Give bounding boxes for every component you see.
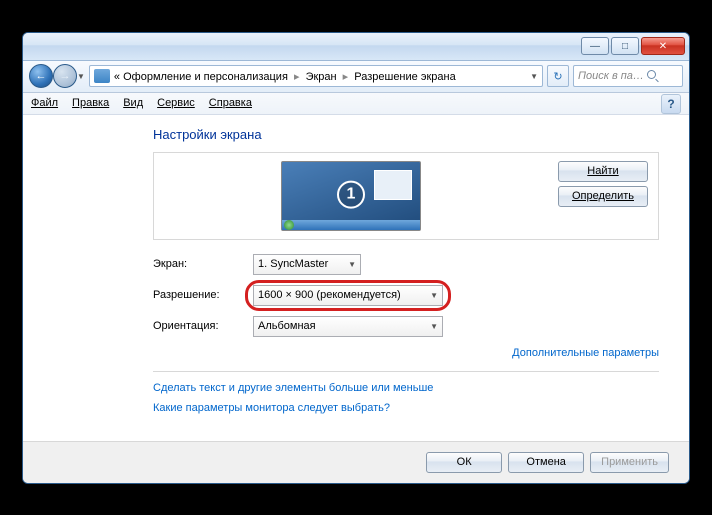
display-value: 1. SyncMaster [258,258,342,270]
orientation-dropdown[interactable]: Альбомная ▼ [253,316,443,337]
chevron-right-icon[interactable]: ▸ [343,71,349,83]
minimize-button[interactable]: — [581,37,609,55]
row-resolution: Разрешение: 1600 × 900 (рекомендуется) ▼ [153,285,659,306]
menu-tools[interactable]: Сервис [157,97,195,109]
breadcrumb-item-appearance[interactable]: Оформление и персонализация [123,71,288,83]
menu-view[interactable]: Вид [123,97,143,109]
chevron-down-icon: ▼ [430,322,438,331]
breadcrumb-item-resolution[interactable]: Разрешение экрана [354,71,455,83]
breadcrumb-prefix: « [114,71,120,83]
text-size-link[interactable]: Сделать текст и другие элементы больше и… [153,382,659,394]
page-title: Настройки экрана [153,127,659,142]
nav-history-dropdown[interactable]: ▼ [77,72,85,81]
advanced-settings-link[interactable]: Дополнительные параметры [512,347,659,359]
menu-bar: Файл Правка Вид Сервис Справка [23,93,689,115]
orientation-value: Альбомная [258,320,424,332]
info-links: Сделать текст и другие элементы больше и… [153,371,659,414]
detect-button[interactable]: Определить [558,186,648,207]
monitor-preview[interactable]: 1 [281,161,421,231]
titlebar[interactable]: — □ ✕ [23,33,689,61]
menu-edit[interactable]: Правка [72,97,109,109]
window-controls: — □ ✕ [581,37,685,55]
resolution-value: 1600 × 900 (рекомендуется) [258,289,424,301]
display-dropdown[interactable]: 1. SyncMaster ▼ [253,254,361,275]
search-placeholder: Поиск в па… [578,70,644,82]
address-dropdown-icon[interactable]: ▼ [530,72,538,81]
preview-taskbar [282,220,420,230]
address-bar[interactable]: « Оформление и персонализация ▸ Экран ▸ … [89,65,543,87]
row-display: Экран: 1. SyncMaster ▼ [153,254,659,275]
label-orientation: Ориентация: [153,320,253,332]
find-button[interactable]: Найти [558,161,648,182]
breadcrumb-item-display[interactable]: Экран [306,71,337,83]
preview-window-icon [374,170,412,200]
maximize-button[interactable]: □ [611,37,639,55]
label-display: Экран: [153,258,253,270]
search-input[interactable]: Поиск в па… [573,65,683,87]
chevron-right-icon[interactable]: ▸ [294,71,300,83]
monitor-help-link[interactable]: Какие параметры монитора следует выбрать… [153,402,659,414]
label-resolution: Разрешение: [153,289,253,301]
resolution-highlight: 1600 × 900 (рекомендуется) ▼ [253,285,443,306]
back-button[interactable]: ← [29,64,53,88]
monitor-number-badge: 1 [337,180,365,208]
preview-start-icon [284,220,294,230]
screen-resolution-window: — □ ✕ ← → ▼ « Оформление и персонализаци… [22,32,690,484]
help-button[interactable]: ? [661,94,681,114]
row-orientation: Ориентация: Альбомная ▼ [153,316,659,337]
menu-file[interactable]: Файл [31,97,58,109]
menu-help[interactable]: Справка [209,97,252,109]
chevron-down-icon: ▼ [348,260,356,269]
breadcrumb[interactable]: « Оформление и персонализация ▸ Экран ▸ … [114,70,526,83]
apply-button[interactable]: Применить [590,452,669,473]
chevron-down-icon: ▼ [430,291,438,300]
advanced-link-row: Дополнительные параметры [153,347,659,359]
close-button[interactable]: ✕ [641,37,685,55]
cancel-button[interactable]: Отмена [508,452,584,473]
navigation-bar: ← → ▼ « Оформление и персонализация ▸ Эк… [23,61,689,93]
refresh-button[interactable]: ↻ [547,65,569,87]
ok-button[interactable]: ОК [426,452,502,473]
nav-arrows: ← → ▼ [29,64,85,88]
content-area: Настройки экрана 1 Найти Определить Экра… [23,115,689,441]
resolution-dropdown[interactable]: 1600 × 900 (рекомендуется) ▼ [253,285,443,306]
monitor-preview-panel: 1 Найти Определить [153,152,659,240]
forward-button[interactable]: → [53,64,77,88]
dialog-footer: ОК Отмена Применить [23,441,689,483]
monitor-icon [94,69,110,83]
preview-buttons: Найти Определить [558,161,648,207]
search-icon [647,70,659,82]
